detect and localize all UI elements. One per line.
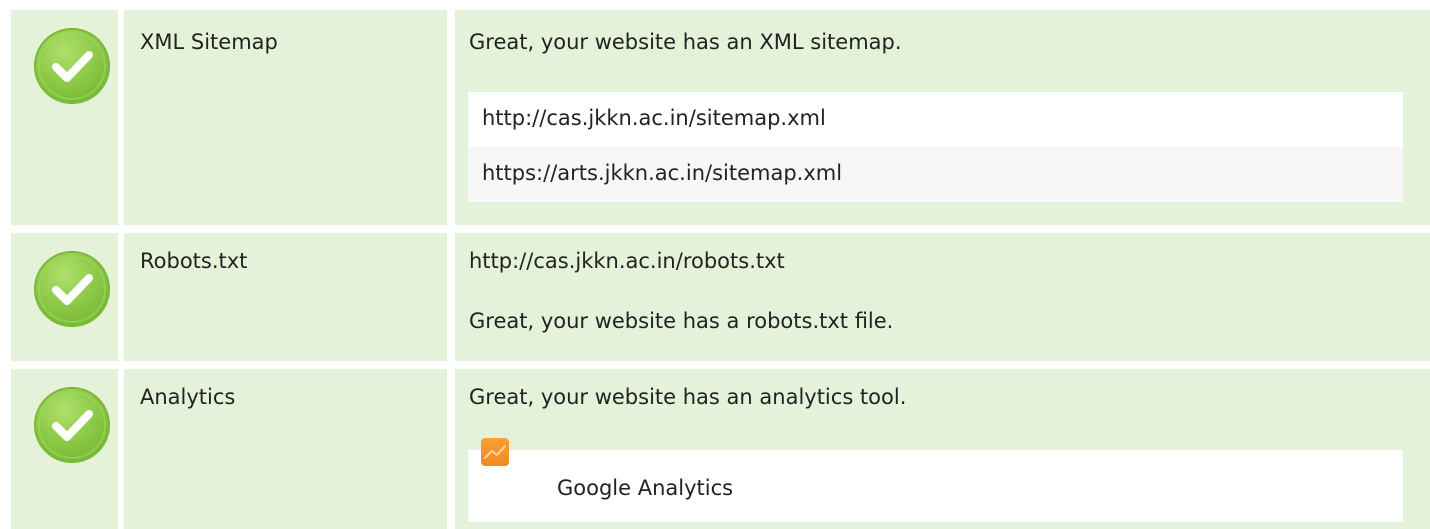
result-message: Great, your website has an analytics too… bbox=[469, 385, 907, 409]
robots-row: Robots.txt http://cas.jkkn.ac.in/robots.… bbox=[0, 233, 1430, 361]
robots-url: http://cas.jkkn.ac.in/robots.txt bbox=[469, 249, 785, 273]
check-icon bbox=[34, 387, 110, 463]
content-cell: http://cas.jkkn.ac.in/robots.txt Great, … bbox=[455, 233, 1430, 361]
google-analytics-icon bbox=[481, 438, 509, 466]
label-cell: Analytics bbox=[124, 369, 447, 529]
result-message: Great, your website has an XML sitemap. bbox=[469, 30, 902, 54]
status-cell bbox=[11, 10, 118, 225]
sitemap-row: XML Sitemap Great, your website has an X… bbox=[0, 10, 1430, 225]
content-cell: Great, your website has an analytics too… bbox=[455, 369, 1430, 529]
sitemap-url-list: http://cas.jkkn.ac.in/sitemap.xml https:… bbox=[468, 92, 1403, 202]
check-icon bbox=[34, 28, 110, 104]
list-item: https://arts.jkkn.ac.in/sitemap.xml bbox=[468, 147, 1403, 202]
check-title: Analytics bbox=[140, 385, 236, 409]
list-item: Google Analytics bbox=[468, 438, 1403, 522]
content-cell: Great, your website has an XML sitemap. … bbox=[455, 10, 1430, 225]
label-cell: XML Sitemap bbox=[124, 10, 447, 225]
analytics-row: Analytics Great, your website has an ana… bbox=[0, 369, 1430, 529]
check-icon bbox=[34, 251, 110, 327]
label-cell: Robots.txt bbox=[124, 233, 447, 361]
status-cell bbox=[11, 233, 118, 361]
status-cell bbox=[11, 369, 118, 529]
check-title: XML Sitemap bbox=[140, 30, 278, 54]
sitemap-url: http://cas.jkkn.ac.in/sitemap.xml bbox=[482, 106, 826, 130]
list-item: http://cas.jkkn.ac.in/sitemap.xml bbox=[468, 92, 1403, 147]
check-title: Robots.txt bbox=[140, 249, 248, 273]
sitemap-url: https://arts.jkkn.ac.in/sitemap.xml bbox=[482, 161, 843, 185]
analytics-tool-name: Google Analytics bbox=[557, 476, 734, 500]
analytics-tool-list: Google Analytics bbox=[468, 438, 1403, 522]
result-message: Great, your website has a robots.txt fil… bbox=[469, 309, 894, 333]
